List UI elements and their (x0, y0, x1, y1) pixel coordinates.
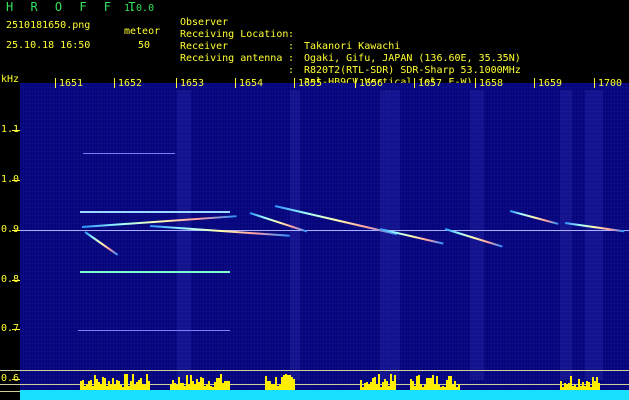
reference-line (0, 370, 629, 371)
y-tick-mark (12, 280, 20, 281)
header-panel: H R O F F T 1.0.0 2510181650.png meteor … (0, 0, 629, 88)
noise-band (470, 90, 484, 380)
x-tick-label: 1657 (413, 78, 443, 89)
y-axis-unit: kHz (1, 74, 20, 85)
interference-trace (80, 271, 230, 273)
x-tick-label: 1655 (293, 78, 323, 89)
x-tick-label: 1652 (113, 78, 143, 89)
meta-separator: : (288, 65, 295, 76)
app-version: 1.0.0 (124, 3, 155, 14)
meteor-label: meteor (124, 26, 161, 37)
interference-trace (83, 153, 175, 154)
y-tick-mark (12, 230, 20, 231)
y-tick-mark (12, 379, 20, 380)
x-tick-label: 1656 (354, 78, 384, 89)
meta-key: Receiving antenna (180, 53, 283, 64)
meta-value: Takanori Kawachi (304, 41, 401, 52)
amplitude-spike (598, 383, 600, 390)
amplitude-spike (293, 379, 295, 390)
app-brand: H R O F F T (6, 0, 141, 14)
amplitude-spike (458, 384, 460, 390)
noise-band (177, 90, 191, 380)
x-tick-label: 1658 (474, 78, 504, 89)
amplitude-spike (228, 381, 230, 390)
amplitude-spike (394, 375, 396, 390)
x-tick-label: 1653 (175, 78, 205, 89)
x-tick-label: 1654 (234, 78, 264, 89)
x-tick-label: 1651 (54, 78, 84, 89)
noise-band (585, 90, 603, 380)
x-tick-label: 1659 (533, 78, 563, 89)
file-name: 2510181650.png (6, 20, 91, 31)
meta-value: R820T2(RTL-SDR) SDR-Sharp 53.1000MHz (304, 65, 521, 76)
meteor-count: 50 (138, 40, 151, 51)
meta-separator: : (288, 41, 295, 52)
carrier-trace (20, 230, 629, 231)
interference-trace (78, 330, 230, 331)
y-tick-mark (12, 130, 20, 131)
meta-separator: : (288, 29, 295, 40)
noise-band (290, 90, 300, 380)
noise-band (380, 90, 400, 380)
meta-separator: : (288, 53, 295, 64)
y-tick-mark (12, 180, 20, 181)
spectrogram-canvas (20, 83, 629, 400)
meta-value: Ogaki, Gifu, JAPAN (136.60E, 35.35N) (304, 53, 521, 64)
amplitude-bar (20, 390, 629, 400)
y-tick-mark (12, 329, 20, 330)
interference-trace (80, 211, 230, 213)
noise-band (560, 90, 572, 380)
amplitude-spike (148, 381, 150, 390)
x-tick-label: 1700 (593, 78, 623, 89)
capture-datetime: 25.10.18 16:50 (6, 40, 91, 51)
